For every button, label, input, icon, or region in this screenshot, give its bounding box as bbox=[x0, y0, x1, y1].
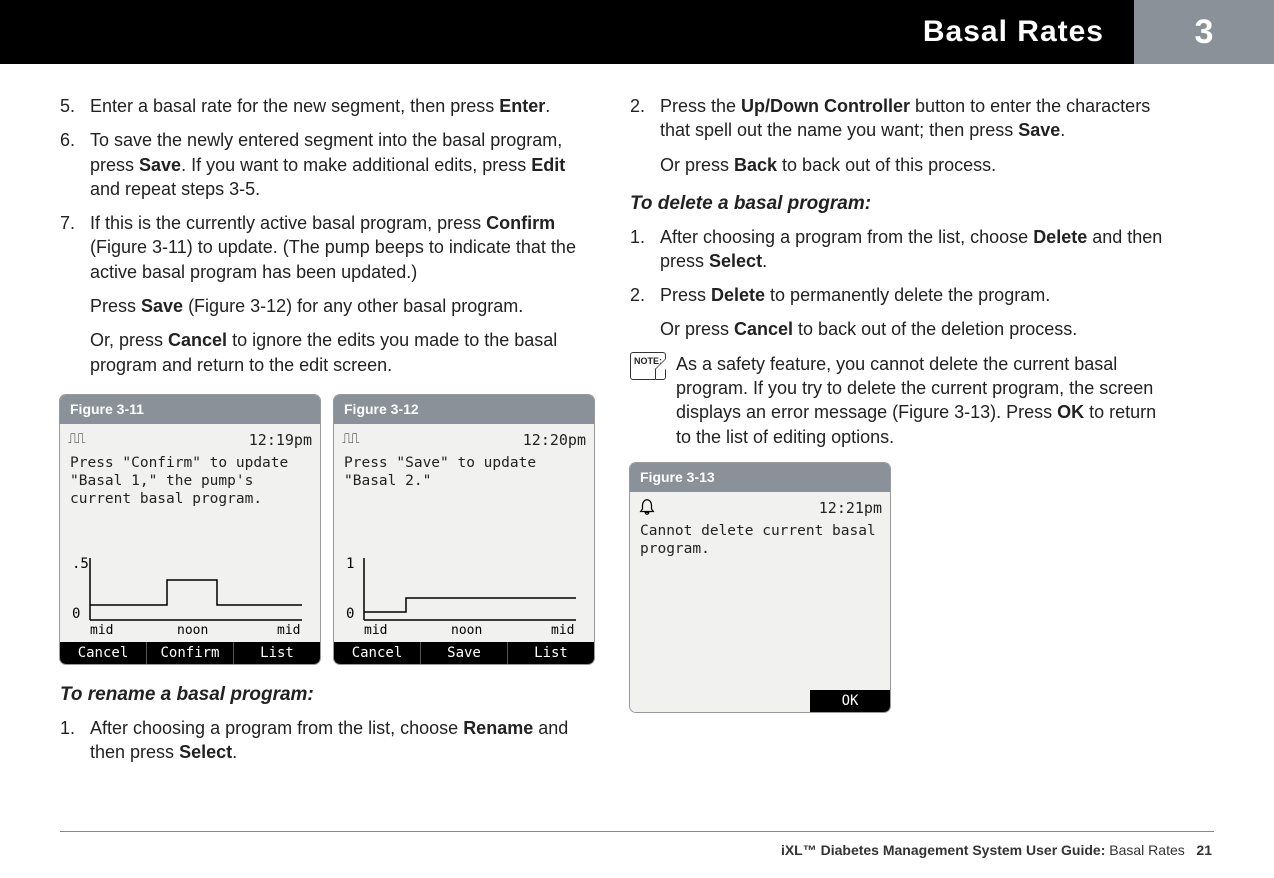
step-number: 2. bbox=[630, 94, 660, 143]
screen-softkeys: Cancel Confirm List bbox=[60, 642, 320, 664]
step-text: Press Delete to permanently delete the p… bbox=[660, 283, 1170, 307]
svg-text:.5: .5 bbox=[72, 556, 89, 572]
screen-time: 12:20pm bbox=[523, 430, 586, 450]
figure-3-12: Figure 3-12 ⎍⎍ 12:20pm Press "Save" to u… bbox=[334, 395, 594, 664]
step-number: 1. bbox=[630, 225, 660, 274]
softkey-confirm: Confirm bbox=[147, 642, 234, 664]
delete-step-2: 2. Press Delete to permanently delete th… bbox=[630, 283, 1170, 307]
rename-step-2-cont: Or press Back to back out of this proces… bbox=[660, 153, 1170, 177]
chapter-number: 3 bbox=[1134, 0, 1274, 64]
device-screen: 12:21pm Cannot delete current basal prog… bbox=[630, 492, 890, 712]
basal-graph: .5 0 mid noon mid bbox=[72, 550, 308, 638]
svg-text:mid: mid bbox=[551, 623, 574, 638]
footer-rule bbox=[60, 831, 1214, 832]
device-screen: ⎍⎍ 12:19pm Press "Confirm" to update "Ba… bbox=[60, 424, 320, 664]
figure-caption: Figure 3-13 bbox=[630, 463, 890, 492]
softkey-list: List bbox=[508, 642, 594, 664]
screen-time: 12:21pm bbox=[819, 498, 882, 518]
device-screen: ⎍⎍ 12:20pm Press "Save" to update "Basal… bbox=[334, 424, 594, 664]
step-number: 2. bbox=[630, 283, 660, 307]
step-text: Enter a basal rate for the new segment, … bbox=[90, 94, 600, 118]
page-header: Basal Rates 3 bbox=[0, 0, 1274, 64]
svg-text:1: 1 bbox=[346, 556, 354, 572]
softkey-save: Save bbox=[421, 642, 508, 664]
svg-text:mid: mid bbox=[364, 623, 387, 638]
step-number: 5. bbox=[60, 94, 90, 118]
right-column: 2. Press the Up/Down Controller button t… bbox=[630, 94, 1170, 774]
page-body: 5. Enter a basal rate for the new segmen… bbox=[0, 64, 1274, 784]
figures-row: Figure 3-11 ⎍⎍ 12:19pm Press "Confirm" t… bbox=[60, 395, 600, 664]
delete-step-1: 1. After choosing a program from the lis… bbox=[630, 225, 1170, 274]
rename-step-2: 2. Press the Up/Down Controller button t… bbox=[630, 94, 1170, 143]
delete-step-2-cont: Or press Cancel to back out of the delet… bbox=[660, 317, 1170, 341]
step-7-cont-b: Or, press Cancel to ignore the edits you… bbox=[90, 328, 600, 377]
softkey-cancel: Cancel bbox=[334, 642, 421, 664]
basal-graph: 1 0 mid noon mid bbox=[346, 550, 582, 638]
left-column: 5. Enter a basal rate for the new segmen… bbox=[60, 94, 600, 774]
softkey-list: List bbox=[234, 642, 320, 664]
rename-heading: To rename a basal program: bbox=[60, 682, 600, 708]
footer-text: iXL™ Diabetes Management System User Gui… bbox=[781, 842, 1212, 858]
bell-icon bbox=[638, 498, 656, 518]
svg-text:noon: noon bbox=[451, 623, 482, 638]
svg-text:mid: mid bbox=[90, 623, 113, 638]
step-text: Press the Up/Down Controller button to e… bbox=[660, 94, 1170, 143]
note-icon: NOTE: bbox=[630, 352, 666, 380]
screen-message: Press "Confirm" to update "Basal 1," the… bbox=[60, 452, 320, 510]
screen-message: Press "Save" to update "Basal 2." bbox=[334, 452, 594, 492]
step-text: After choosing a program from the list, … bbox=[90, 716, 600, 765]
step-number: 7. bbox=[60, 211, 90, 284]
screen-time: 12:19pm bbox=[249, 430, 312, 450]
step-number: 1. bbox=[60, 716, 90, 765]
rename-step-1: 1. After choosing a program from the lis… bbox=[60, 716, 600, 765]
figure-3-11: Figure 3-11 ⎍⎍ 12:19pm Press "Confirm" t… bbox=[60, 395, 320, 664]
svg-text:0: 0 bbox=[346, 606, 354, 622]
screen-message: Cannot delete current basal program. bbox=[630, 520, 890, 560]
step-text: If this is the currently active basal pr… bbox=[90, 211, 600, 284]
softkey-ok: OK bbox=[810, 690, 890, 712]
section-title: Basal Rates bbox=[923, 15, 1104, 49]
figure-caption: Figure 3-12 bbox=[334, 395, 594, 424]
delete-heading: To delete a basal program: bbox=[630, 191, 1170, 217]
figure-caption: Figure 3-11 bbox=[60, 395, 320, 424]
step-6: 6. To save the newly entered segment int… bbox=[60, 128, 600, 201]
figure-row-right: Figure 3-13 12:21pm Cannot delete curren… bbox=[630, 463, 1170, 712]
note-text: As a safety feature, you cannot delete t… bbox=[676, 352, 1170, 449]
step-text: After choosing a program from the list, … bbox=[660, 225, 1170, 274]
note-block: NOTE: As a safety feature, you cannot de… bbox=[630, 352, 1170, 449]
svg-text:0: 0 bbox=[72, 606, 80, 622]
step-7: 7. If this is the currently active basal… bbox=[60, 211, 600, 284]
basal-icon: ⎍⎍ bbox=[68, 430, 84, 450]
figure-3-13: Figure 3-13 12:21pm Cannot delete curren… bbox=[630, 463, 890, 712]
step-7-cont-a: Press Save (Figure 3-12) for any other b… bbox=[90, 294, 600, 318]
basal-icon: ⎍⎍ bbox=[342, 430, 358, 450]
svg-text:noon: noon bbox=[177, 623, 208, 638]
step-number: 6. bbox=[60, 128, 90, 201]
screen-softkeys: Cancel Save List bbox=[334, 642, 594, 664]
step-text: To save the newly entered segment into t… bbox=[90, 128, 600, 201]
softkey-cancel: Cancel bbox=[60, 642, 147, 664]
step-5: 5. Enter a basal rate for the new segmen… bbox=[60, 94, 600, 118]
screen-softkeys: OK bbox=[630, 690, 890, 712]
svg-text:mid: mid bbox=[277, 623, 300, 638]
